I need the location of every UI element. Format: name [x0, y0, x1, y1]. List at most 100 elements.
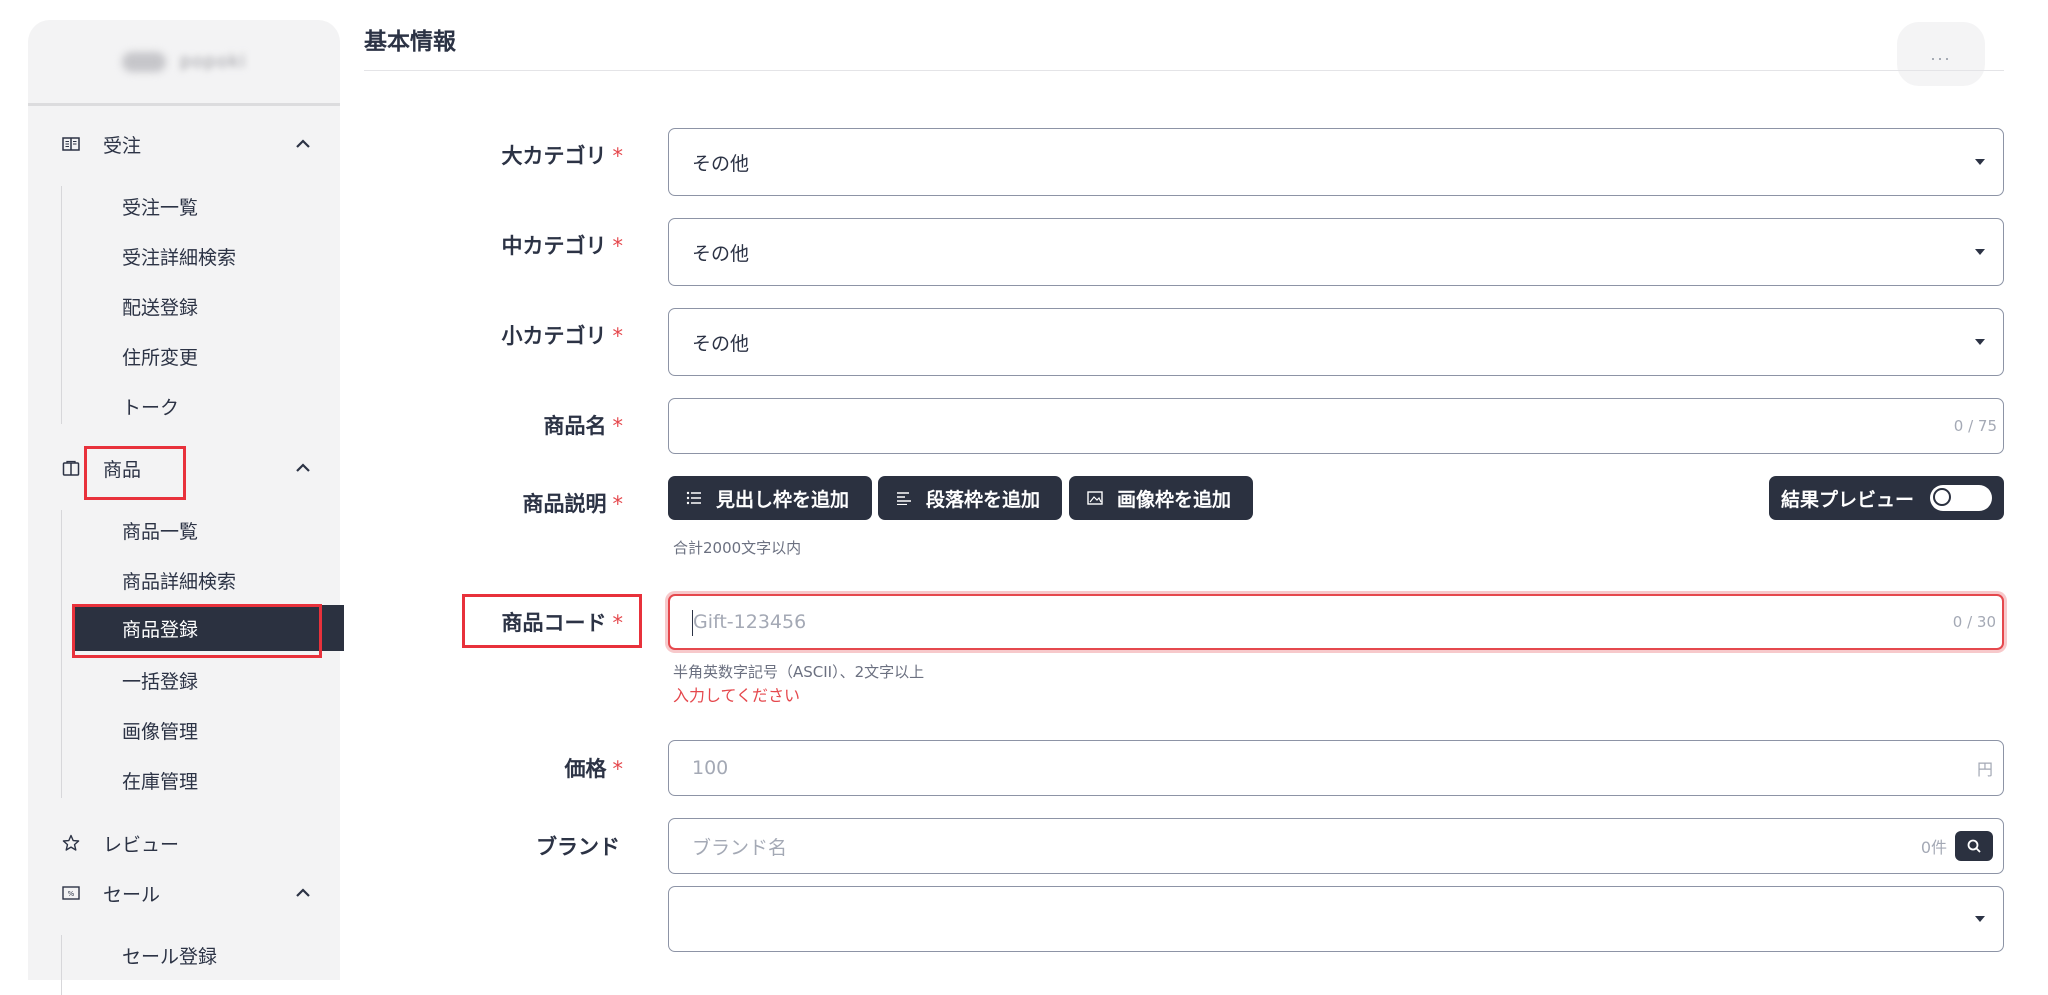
toggle-switch[interactable]	[1930, 485, 1992, 511]
book-icon	[61, 134, 81, 154]
nav-group-sale[interactable]: % セール	[28, 868, 340, 918]
category-large-select[interactable]: その他	[668, 128, 2004, 196]
required-mark: *	[612, 492, 624, 516]
nav-group-label: 受注	[103, 134, 142, 157]
divider	[364, 70, 2004, 71]
avatar	[121, 51, 166, 72]
category-small-select[interactable]: その他	[668, 308, 2004, 376]
add-paragraph-button[interactable]: 段落枠を追加	[878, 476, 1062, 520]
nav-group-label: レビュー	[103, 833, 180, 856]
nav-group-label: 商品	[103, 458, 142, 481]
price-label: 価格 *	[565, 753, 624, 783]
sidebar-item-order-list[interactable]: 受注一覧	[72, 184, 340, 228]
sidebar-item-stock-manage[interactable]: 在庫管理	[72, 758, 340, 802]
toggle-knob	[1933, 488, 1951, 506]
search-button[interactable]	[1955, 831, 1993, 861]
search-icon	[1967, 839, 1981, 853]
label-text: 商品説明	[522, 492, 607, 516]
sidebar-item-sale-register[interactable]: セール登録	[72, 933, 340, 977]
add-image-button[interactable]: 画像枠を追加	[1069, 476, 1253, 520]
sale-icon: %	[61, 883, 81, 903]
paragraph-icon	[896, 491, 912, 505]
nav-divider	[61, 510, 62, 798]
add-heading-button[interactable]: 見出し枠を追加	[668, 476, 872, 520]
user-profile[interactable]: popoki	[28, 20, 340, 106]
label-text: 商品コード	[501, 611, 607, 635]
button-label: 段落枠を追加	[926, 488, 1041, 511]
sidebar-item-product-register[interactable]: 商品登録	[74, 605, 344, 651]
star-icon	[61, 833, 81, 853]
svg-text:%: %	[68, 890, 75, 898]
box-icon	[61, 458, 81, 478]
product-code-input[interactable]: Gift-123456 0 / 30	[668, 594, 2004, 650]
product-code-label: 商品コード *	[502, 607, 624, 637]
sidebar-item-order-search[interactable]: 受注詳細検索	[72, 234, 340, 278]
category-middle-select[interactable]: その他	[668, 218, 2004, 286]
caret-down-icon	[1975, 249, 1985, 255]
select-value: その他	[692, 152, 750, 175]
sidebar-item-shipping[interactable]: 配送登録	[72, 284, 340, 328]
product-code-help: 半角英数字記号（ASCII）、2文字以上	[673, 663, 925, 681]
required-mark: *	[612, 234, 624, 258]
product-code-error: 入力してください	[673, 686, 801, 705]
sidebar-item-talk[interactable]: トーク	[72, 384, 340, 428]
caret-down-icon	[1975, 339, 1985, 345]
required-mark: *	[612, 414, 624, 438]
caret-down-icon	[1975, 159, 1985, 165]
sidebar-item-bulk-register[interactable]: 一括登録	[72, 658, 340, 702]
nav-group-orders[interactable]: 受注	[28, 119, 340, 169]
label-text: 中カテゴリ	[501, 234, 607, 258]
product-name-input[interactable]: 0 / 75	[668, 398, 2004, 454]
sidebar-item-image-manage[interactable]: 画像管理	[72, 708, 340, 752]
price-input[interactable]: 100 円	[668, 740, 2004, 796]
sidebar-item-address-change[interactable]: 住所変更	[72, 334, 340, 378]
page-title: 基本情報	[364, 29, 456, 55]
list-icon	[686, 491, 702, 505]
nav-group-products[interactable]: 商品	[28, 443, 340, 493]
required-mark: *	[612, 324, 624, 348]
sidebar: popoki 受注 受注一覧 受注詳細検索 配送登録 住所変更 トーク 商品 商…	[28, 20, 344, 995]
brand-result-count: 0件	[1920, 838, 1947, 857]
toggle-label: 結果プレビュー	[1781, 488, 1915, 511]
label-text: 小カテゴリ	[501, 324, 607, 348]
input-placeholder: Gift-123456	[693, 611, 807, 633]
input-placeholder: ブランド名	[692, 836, 788, 859]
char-counter: 0 / 75	[1953, 417, 1997, 435]
image-icon	[1087, 491, 1103, 505]
user-name: popoki	[179, 51, 247, 72]
chevron-up-icon[interactable]	[293, 458, 313, 478]
brand-search-input[interactable]: ブランド名 0件	[668, 818, 2004, 874]
category-middle-label: 中カテゴリ *	[502, 230, 624, 260]
label-text: ブランド	[536, 835, 620, 859]
required-mark: *	[612, 757, 624, 781]
select-value: その他	[692, 332, 750, 355]
nav-group-review[interactable]: レビュー	[28, 818, 340, 868]
caret-down-icon	[1975, 916, 1985, 922]
preview-toggle[interactable]: 結果プレビュー	[1769, 476, 2004, 520]
label-text: 価格	[564, 757, 607, 781]
brand-select[interactable]	[668, 886, 2004, 952]
input-placeholder: 100	[692, 757, 729, 779]
nav-divider	[61, 186, 62, 424]
label-text: 商品名	[543, 414, 607, 438]
char-counter: 0 / 30	[1952, 613, 1996, 631]
select-value: その他	[692, 242, 750, 265]
nav-divider	[61, 935, 62, 995]
label-text: 大カテゴリ	[501, 144, 607, 168]
brand-label: ブランド	[536, 831, 620, 861]
description-label: 商品説明 *	[523, 488, 624, 518]
chevron-up-icon[interactable]	[293, 134, 313, 154]
chevron-up-icon[interactable]	[293, 883, 313, 903]
sidebar-item-product-search[interactable]: 商品詳細検索	[72, 558, 340, 602]
product-name-label: 商品名 *	[544, 410, 624, 440]
more-button[interactable]: ...	[1897, 22, 1985, 86]
description-help: 合計2000文字以内	[673, 539, 802, 557]
button-label: 画像枠を追加	[1117, 488, 1232, 511]
button-label: 見出し枠を追加	[716, 488, 850, 511]
required-mark: *	[612, 611, 624, 635]
category-large-label: 大カテゴリ *	[502, 140, 624, 170]
required-mark: *	[612, 144, 624, 168]
sidebar-item-product-list[interactable]: 商品一覧	[72, 508, 340, 552]
nav-group-label: セール	[103, 883, 161, 906]
price-unit: 円	[1976, 760, 1993, 779]
